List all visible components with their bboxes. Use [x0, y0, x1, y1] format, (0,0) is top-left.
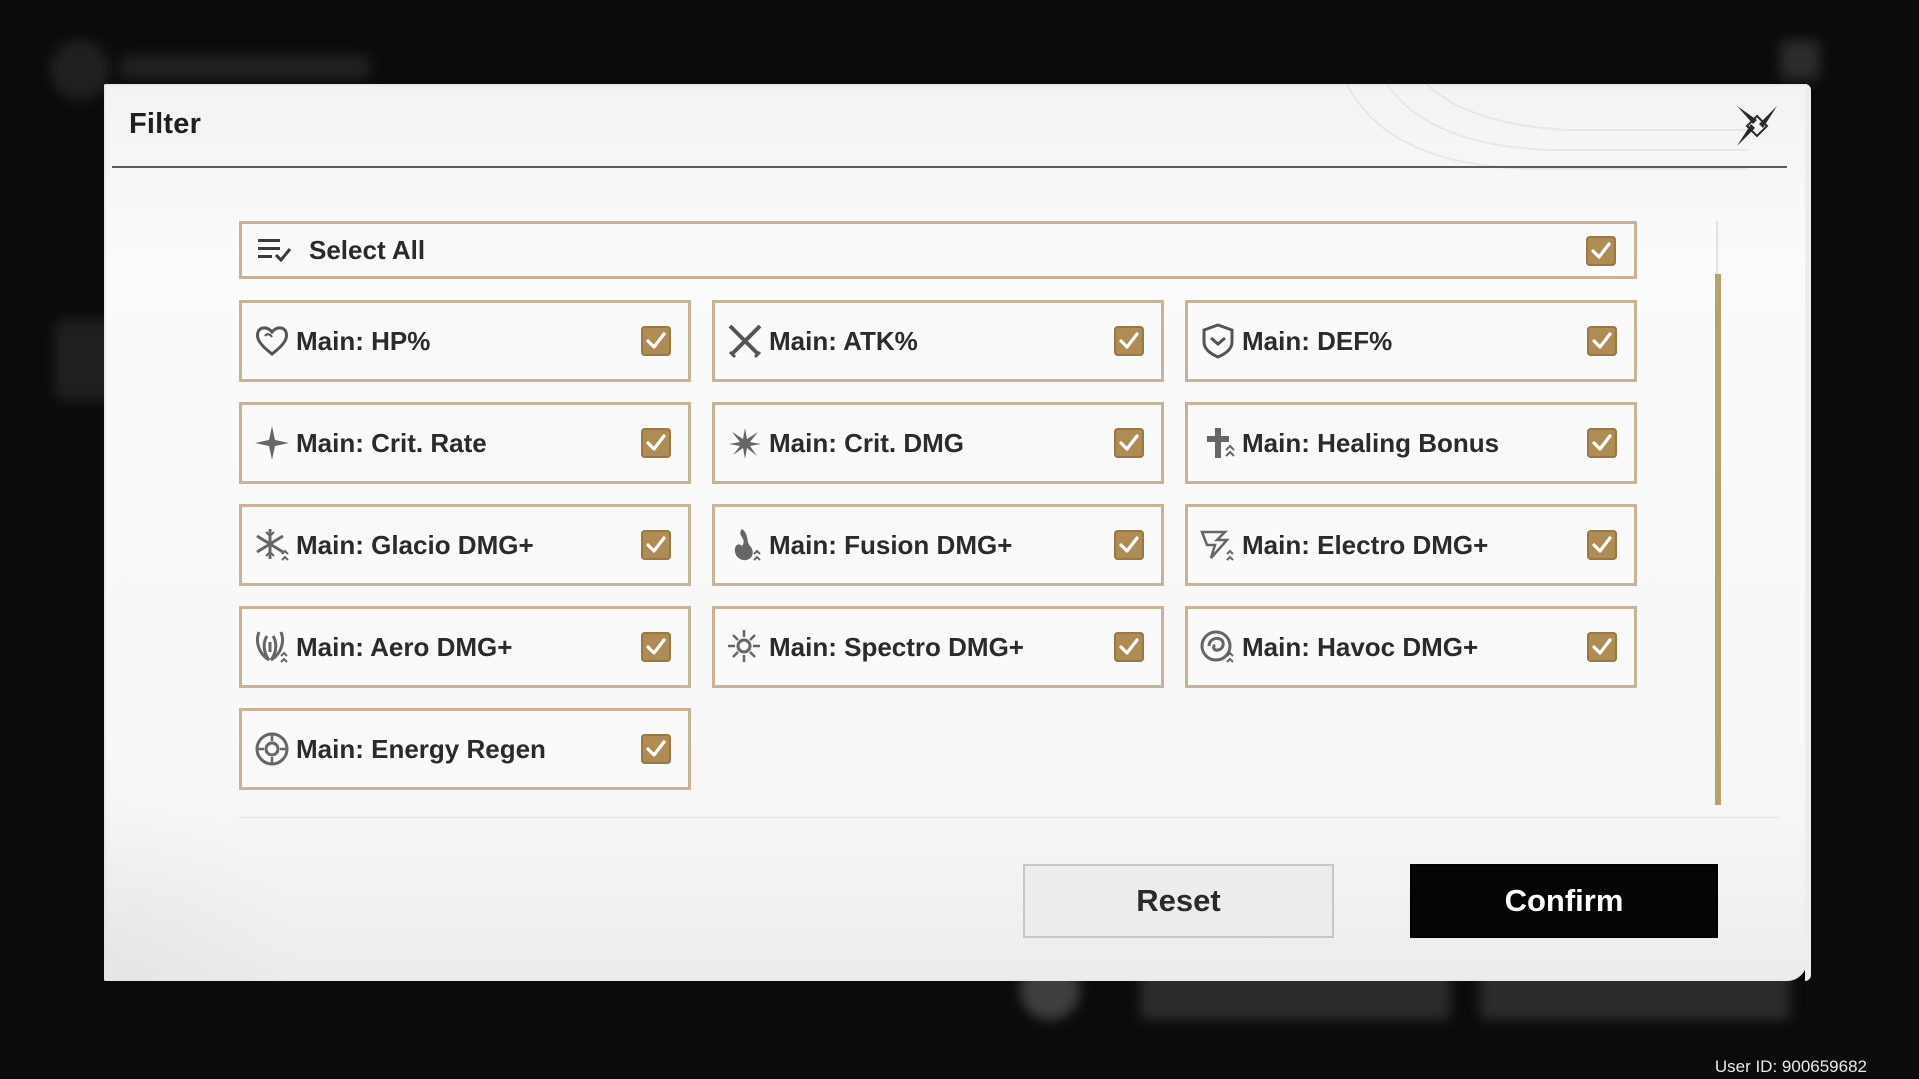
option-checkbox[interactable] — [1587, 632, 1617, 662]
option-label: Main: Fusion DMG+ — [769, 529, 1013, 560]
option-label: Main: Healing Bonus — [1242, 427, 1500, 458]
option-fusion-dmg[interactable]: Main: Fusion DMG+ — [712, 504, 1164, 586]
option-aero-dmg[interactable]: Main: Aero DMG+ — [239, 606, 691, 688]
lightning-icon — [1200, 530, 1234, 561]
option-healing-bonus[interactable]: Main: Healing Bonus — [1185, 402, 1637, 484]
checkmark-icon — [1592, 536, 1612, 553]
checkmark-icon — [1119, 434, 1139, 451]
option-label: Main: Crit. DMG — [769, 427, 964, 458]
filter-dialog: Filter Select All Main: HP% Main: ATK% M… — [104, 84, 1811, 981]
option-label: Main: DEF% — [1242, 325, 1393, 356]
vortex-icon — [1200, 630, 1234, 663]
checkmark-icon — [1592, 434, 1612, 451]
option-electro-dmg[interactable]: Main: Electro DMG+ — [1185, 504, 1637, 586]
option-checkbox[interactable] — [1114, 632, 1144, 662]
option-label: Main: Aero DMG+ — [296, 631, 513, 662]
option-checkbox[interactable] — [641, 530, 671, 560]
option-label: Main: Crit. Rate — [296, 427, 487, 458]
option-checkbox[interactable] — [641, 734, 671, 764]
option-label: Main: HP% — [296, 325, 431, 356]
header-divider — [112, 166, 1787, 168]
option-checkbox[interactable] — [641, 326, 671, 356]
close-x-icon — [1737, 106, 1777, 146]
checkmark-icon — [646, 332, 666, 349]
energy-ring-icon — [255, 732, 289, 766]
option-checkbox[interactable] — [1587, 326, 1617, 356]
option-label: Main: Havoc DMG+ — [1242, 631, 1479, 662]
reset-button[interactable]: Reset — [1023, 864, 1334, 938]
wind-icon — [255, 631, 288, 663]
healing-icon — [1207, 428, 1235, 458]
checkmark-icon — [1592, 332, 1612, 349]
decorative-arcs — [1346, 84, 1747, 170]
option-atk[interactable]: Main: ATK% — [712, 300, 1164, 382]
checkmark-icon — [1119, 536, 1139, 553]
snowflake-icon — [256, 529, 289, 561]
option-crit-dmg[interactable]: Main: Crit. DMG — [712, 402, 1164, 484]
dialog-title: Filter — [129, 108, 202, 140]
option-label: Main: ATK% — [769, 325, 918, 356]
shield-icon — [1202, 323, 1234, 359]
option-label: Main: Electro DMG+ — [1242, 529, 1489, 560]
checkmark-icon — [1119, 332, 1139, 349]
checkmark-icon — [1592, 638, 1612, 655]
checkmark-icon — [1119, 638, 1139, 655]
option-label: Main: Glacio DMG+ — [296, 529, 534, 560]
option-checkbox[interactable] — [1587, 428, 1617, 458]
user-id-label: User ID: 900659682 — [1714, 1057, 1867, 1076]
option-checkbox[interactable] — [1587, 530, 1617, 560]
heart-icon — [255, 326, 289, 356]
stat-options-grid: Main: HP% Main: ATK% Main: DEF% Main: Cr… — [239, 300, 1637, 790]
option-checkbox[interactable] — [1114, 530, 1144, 560]
option-checkbox[interactable] — [1114, 326, 1144, 356]
option-label: Main: Spectro DMG+ — [769, 631, 1024, 662]
option-checkbox[interactable] — [641, 632, 671, 662]
crit-burst-icon — [729, 428, 761, 459]
option-havoc-dmg[interactable]: Main: Havoc DMG+ — [1185, 606, 1637, 688]
option-checkbox[interactable] — [641, 428, 671, 458]
footer-divider — [239, 817, 1779, 818]
decorative-texture — [104, 781, 304, 981]
checkmark-icon — [646, 536, 666, 553]
option-spectro-dmg[interactable]: Main: Spectro DMG+ — [712, 606, 1164, 688]
crit-star-icon — [255, 426, 289, 460]
close-button[interactable] — [1729, 98, 1785, 154]
option-energy-regen[interactable]: Main: Energy Regen — [239, 708, 691, 790]
option-hp[interactable]: Main: HP% — [239, 300, 691, 382]
list-check-icon — [258, 239, 292, 263]
checkmark-icon — [1591, 242, 1611, 259]
confirm-button[interactable]: Confirm — [1410, 864, 1718, 938]
option-def[interactable]: Main: DEF% — [1185, 300, 1637, 382]
checkmark-icon — [646, 434, 666, 451]
select-all-checkbox[interactable] — [1586, 236, 1616, 266]
flame-icon — [734, 529, 761, 561]
option-glacio-dmg[interactable]: Main: Glacio DMG+ — [239, 504, 691, 586]
option-checkbox[interactable] — [1114, 428, 1144, 458]
select-all-label: Select All — [309, 234, 426, 265]
option-crit-rate[interactable]: Main: Crit. Rate — [239, 402, 691, 484]
sun-icon — [728, 630, 760, 662]
crossed-swords-icon — [728, 324, 762, 359]
checkmark-icon — [646, 740, 666, 757]
scrollbar-thumb[interactable] — [1715, 274, 1721, 805]
option-label: Main: Energy Regen — [296, 733, 546, 764]
select-all-row[interactable]: Select All — [239, 221, 1637, 279]
checkmark-icon — [646, 638, 666, 655]
